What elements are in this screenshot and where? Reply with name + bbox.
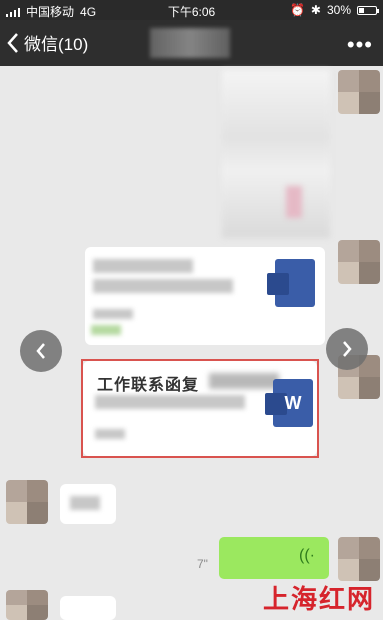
voice-duration: 7"	[197, 557, 208, 571]
image-message-redacted[interactable]	[222, 70, 330, 238]
battery-percent: 30%	[326, 3, 351, 17]
voice-message[interactable]: ((·	[219, 537, 329, 579]
watermark-text: 上海红网	[262, 584, 375, 614]
incoming-message-redacted[interactable]	[60, 484, 116, 524]
battery-fill	[359, 7, 364, 13]
alarm-icon: ⏰	[289, 3, 305, 17]
image-message-detail	[286, 186, 302, 218]
status-bar: 中国移动 4G 下午6:06 ⏰ ✱ 30%	[0, 0, 383, 20]
back-button[interactable]: 微信(10)	[6, 30, 88, 55]
file-name-redacted	[93, 259, 193, 273]
highlight-frame	[81, 359, 319, 458]
status-right: ⏰ ✱ 30%	[289, 3, 379, 17]
sound-wave-icon: ((·	[299, 547, 315, 564]
back-label: 微信(10)	[24, 35, 89, 54]
avatar[interactable]	[6, 590, 48, 620]
avatar[interactable]	[338, 240, 380, 284]
file-card[interactable]	[85, 247, 325, 345]
file-name-redacted	[93, 279, 233, 293]
avatar[interactable]	[6, 480, 48, 524]
word-doc-icon	[267, 259, 315, 307]
chevron-left-icon	[7, 32, 18, 53]
next-button[interactable]	[326, 328, 368, 370]
more-button[interactable]: •••	[347, 32, 373, 58]
battery-icon	[357, 5, 379, 15]
message-text-redacted	[70, 496, 100, 510]
incoming-message-redacted[interactable]	[60, 596, 116, 620]
avatar[interactable]	[338, 537, 380, 581]
chevron-left-icon	[36, 343, 45, 359]
chat-title-redacted	[150, 28, 230, 58]
chat-nav-bar: 微信(10) •••	[0, 20, 383, 66]
file-size-redacted	[93, 309, 133, 319]
avatar[interactable]	[338, 70, 380, 114]
chevron-right-icon	[343, 341, 352, 357]
bluetooth-icon: ✱	[310, 3, 321, 17]
prev-button[interactable]	[20, 330, 62, 372]
file-meta-redacted	[91, 325, 121, 335]
